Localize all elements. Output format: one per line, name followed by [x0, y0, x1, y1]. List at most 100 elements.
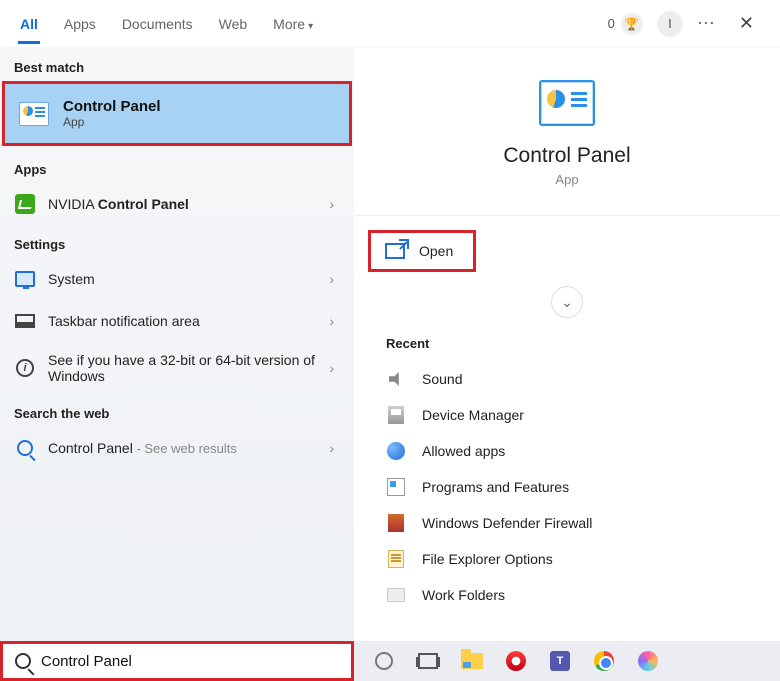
recent-label: Windows Defender Firewall	[422, 515, 592, 531]
tab-all[interactable]: All	[18, 4, 40, 44]
teams-button[interactable]: T	[548, 649, 572, 673]
close-button[interactable]: ✕	[731, 9, 762, 38]
rewards-indicator[interactable]: 0 🏆	[608, 13, 643, 35]
chevron-right-icon: ›	[329, 196, 340, 212]
recent-section: Recent Sound Device Manager Allowed apps…	[354, 322, 780, 613]
search-icon	[15, 653, 31, 669]
more-options-button[interactable]: ⋯	[697, 13, 717, 34]
opera-button[interactable]	[504, 649, 528, 673]
paint3d-icon	[638, 651, 658, 671]
section-settings: Settings	[0, 225, 354, 258]
cortana-icon	[375, 652, 393, 670]
open-icon	[385, 243, 405, 259]
annotation-best-match: Control Panel App	[2, 81, 352, 146]
tab-more-label: More	[273, 16, 305, 32]
recent-device-manager[interactable]: Device Manager	[384, 397, 750, 433]
tab-web[interactable]: Web	[217, 4, 250, 44]
trophy-icon: 🏆	[621, 13, 643, 35]
best-match-subtitle: App	[63, 115, 161, 129]
recent-header: Recent	[386, 336, 750, 351]
globe-icon	[387, 442, 405, 460]
control-panel-icon	[539, 80, 595, 126]
firewall-icon	[388, 514, 404, 532]
nvidia-icon	[15, 194, 35, 214]
task-view-button[interactable]	[416, 649, 440, 673]
top-tab-bar: All Apps Documents Web More▾ 0 🏆 I ⋯ ✕	[0, 0, 780, 48]
paint3d-button[interactable]	[636, 649, 660, 673]
result-label: Control Panel - See web results	[48, 440, 317, 456]
recent-label: Device Manager	[422, 407, 524, 423]
preview-header: Control Panel App	[354, 48, 780, 207]
topbar-right: 0 🏆 I ⋯ ✕	[608, 9, 762, 38]
tab-documents[interactable]: Documents	[120, 4, 195, 44]
recent-work-folders[interactable]: Work Folders	[384, 577, 750, 613]
recent-programs-features[interactable]: Programs and Features	[384, 469, 750, 505]
result-label: System	[48, 271, 317, 287]
preview-title: Control Panel	[503, 144, 630, 168]
preview-pane: Control Panel App Open ⌄ Recent Sound De…	[354, 48, 780, 641]
monitor-icon	[15, 271, 35, 287]
recent-file-explorer-options[interactable]: File Explorer Options	[384, 541, 750, 577]
result-32-64-bit[interactable]: i See if you have a 32-bit or 64-bit ver…	[0, 342, 354, 394]
search-box[interactable]	[3, 644, 351, 678]
device-icon	[388, 406, 404, 424]
chevron-right-icon: ›	[329, 313, 340, 329]
file-explorer-button[interactable]	[460, 649, 484, 673]
teams-icon: T	[550, 651, 570, 671]
opera-icon	[506, 651, 526, 671]
cortana-button[interactable]	[372, 649, 396, 673]
file-options-icon	[388, 550, 404, 568]
search-input[interactable]	[41, 653, 339, 670]
annotation-open: Open	[354, 216, 780, 272]
search-icon	[17, 440, 33, 456]
section-apps: Apps	[0, 150, 354, 183]
annotation-search-box	[0, 641, 354, 681]
account-avatar[interactable]: I	[657, 11, 683, 37]
file-explorer-icon	[461, 653, 483, 669]
recent-label: Programs and Features	[422, 479, 569, 495]
recent-allowed-apps[interactable]: Allowed apps	[384, 433, 750, 469]
best-match-text: Control Panel App	[63, 98, 161, 129]
recent-defender-firewall[interactable]: Windows Defender Firewall	[384, 505, 750, 541]
chevron-right-icon: ›	[329, 440, 340, 456]
chrome-button[interactable]	[592, 649, 616, 673]
best-match-result[interactable]: Control Panel App	[5, 84, 349, 143]
results-pane: Best match Control Panel App Apps NVIDIA…	[0, 48, 354, 641]
control-panel-icon	[19, 102, 49, 126]
chevron-down-icon: ▾	[308, 21, 313, 32]
result-system[interactable]: System ›	[0, 258, 354, 300]
recent-label: Allowed apps	[422, 443, 505, 459]
recent-label: Work Folders	[422, 587, 505, 603]
recent-sound[interactable]: Sound	[384, 361, 750, 397]
result-nvidia-control-panel[interactable]: NVIDIA Control Panel ›	[0, 183, 354, 225]
tab-more[interactable]: More▾	[271, 4, 315, 44]
result-label: See if you have a 32-bit or 64-bit versi…	[48, 352, 317, 384]
taskbar: T	[354, 641, 780, 681]
preview-subtitle: App	[555, 172, 578, 187]
rewards-count: 0	[608, 16, 615, 31]
chrome-icon	[594, 651, 614, 671]
programs-icon	[387, 478, 405, 496]
expand-actions-button[interactable]: ⌄	[551, 286, 583, 318]
result-web-control-panel[interactable]: Control Panel - See web results ›	[0, 427, 354, 469]
tab-apps[interactable]: Apps	[62, 4, 98, 44]
action-open[interactable]: Open	[371, 233, 473, 269]
bottom-bar: T	[0, 641, 780, 681]
section-best-match: Best match	[0, 48, 354, 81]
result-label: NVIDIA Control Panel	[48, 196, 317, 212]
best-match-title: Control Panel	[63, 98, 161, 115]
section-search-web: Search the web	[0, 394, 354, 427]
chevron-right-icon: ›	[329, 271, 340, 287]
taskbar-icon	[15, 314, 35, 328]
speaker-icon	[389, 372, 403, 386]
result-taskbar-notification-area[interactable]: Taskbar notification area ›	[0, 300, 354, 342]
recent-label: Sound	[422, 371, 462, 387]
search-scope-tabs: All Apps Documents Web More▾	[18, 4, 315, 44]
folder-icon	[387, 588, 405, 602]
chevron-right-icon: ›	[329, 360, 340, 376]
task-view-icon	[418, 653, 438, 669]
recent-label: File Explorer Options	[422, 551, 553, 567]
main-split: Best match Control Panel App Apps NVIDIA…	[0, 48, 780, 641]
open-label: Open	[419, 243, 453, 259]
result-label: Taskbar notification area	[48, 313, 317, 329]
